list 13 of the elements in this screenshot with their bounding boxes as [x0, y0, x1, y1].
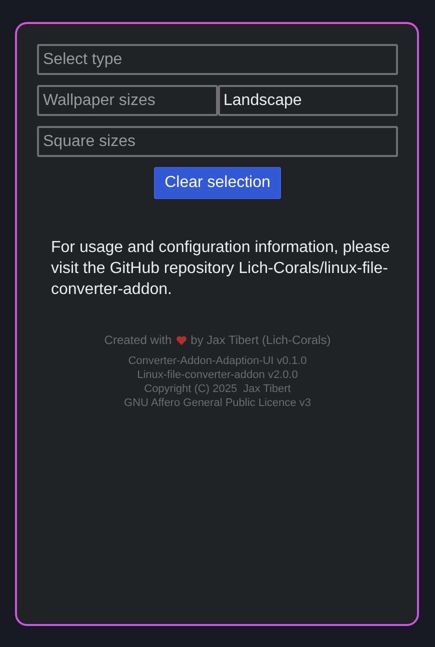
version-text: Converter-Addon-Adaption-UI v0.1.0: [127, 354, 308, 368]
credit-text: Created with: [104, 333, 172, 347]
select-field[interactable]: Square sizes: [37, 126, 398, 157]
version-text: GNU Affero General Public Licence v3: [123, 396, 312, 410]
select-field[interactable]: Landscape: [218, 85, 398, 116]
version-text: Linux-file-converter-addon v2.0.0: [136, 368, 299, 382]
select-field[interactable]: Wallpaper sizes: [37, 85, 218, 116]
credit-text: by Jax Tibert (Lich-Corals): [190, 333, 331, 347]
clear-selection-button[interactable]: Clear selection: [154, 167, 282, 199]
heart-icon: [176, 336, 187, 344]
version-text: Copyright (C) 2025 Jax Tibert: [143, 382, 292, 396]
info-text: For usage and configuration information, please visit the GitHub repository Lich-Corals/linux-file-converter-addon.: [51, 238, 391, 300]
select-field[interactable]: Select type: [37, 44, 398, 75]
